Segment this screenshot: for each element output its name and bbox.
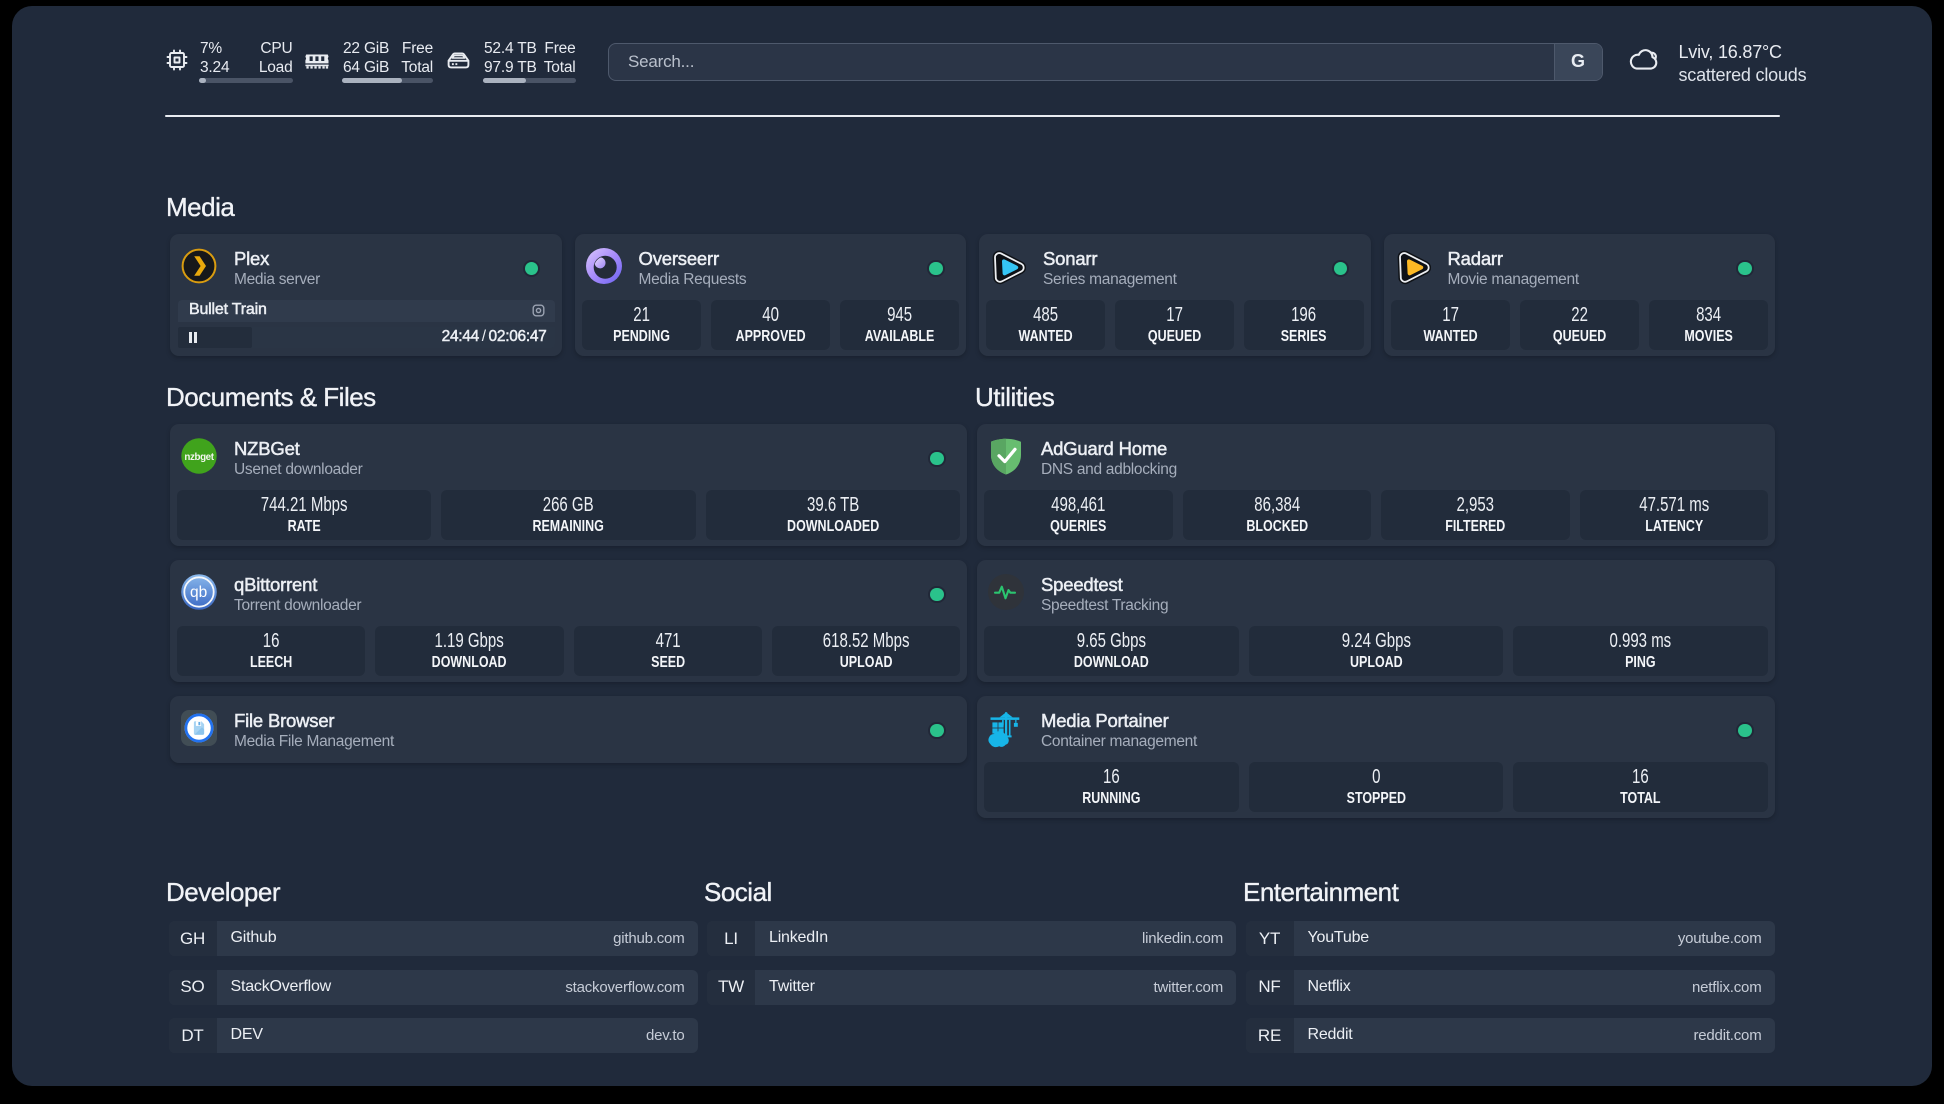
svg-text:qb: qb (190, 584, 207, 601)
svg-text:nzbget: nzbget (184, 451, 214, 462)
